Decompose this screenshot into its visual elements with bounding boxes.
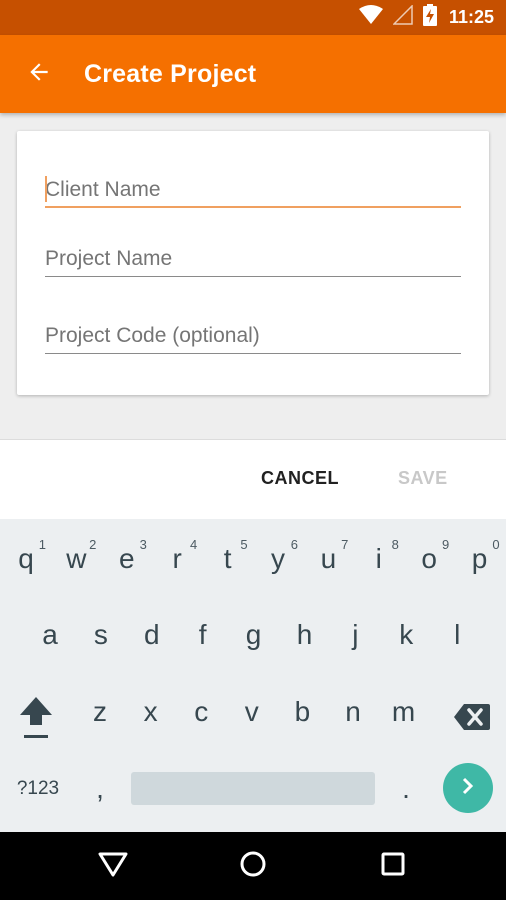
key-j[interactable]: j [331, 605, 379, 665]
page-title: Create Project [84, 59, 257, 88]
content-area [0, 113, 506, 439]
wifi-icon [358, 5, 383, 30]
chevron-right-icon [458, 776, 478, 801]
key-g[interactable]: g [230, 605, 278, 665]
shift-key[interactable] [10, 689, 62, 749]
key-d[interactable]: d [128, 605, 176, 665]
key-c[interactable]: c [177, 682, 225, 742]
status-bar: 11:25 [0, 0, 506, 35]
save-button[interactable]: SAVE [398, 468, 448, 489]
key-hint: 2 [89, 537, 97, 552]
key-label: r [172, 543, 182, 574]
nav-home-button[interactable] [233, 846, 273, 886]
status-time: 11:25 [448, 7, 494, 27]
project-name-underline [45, 276, 461, 277]
key-hint: 7 [341, 537, 349, 552]
key-hint: 3 [139, 537, 147, 552]
project-name-field[interactable] [45, 231, 461, 277]
period-key[interactable]: . [388, 769, 424, 809]
arrow-back-icon [26, 59, 52, 90]
key-label: i [375, 543, 382, 574]
key-p[interactable]: 0p [456, 529, 504, 589]
key-h[interactable]: h [281, 605, 329, 665]
key-i[interactable]: 8i [355, 529, 403, 589]
project-code-input[interactable] [45, 308, 461, 354]
nav-back-button[interactable] [93, 846, 133, 886]
back-triangle-icon [98, 851, 128, 882]
comma-key[interactable]: , [80, 769, 120, 809]
client-name-underline [45, 206, 461, 208]
key-label: p [471, 543, 488, 574]
key-v[interactable]: v [228, 682, 276, 742]
shift-icon [18, 695, 54, 744]
key-label: t [223, 543, 232, 574]
symbols-key[interactable]: ?123 [10, 769, 66, 809]
key-hint: 1 [38, 537, 46, 552]
key-label: w [66, 543, 87, 574]
key-k[interactable]: k [382, 605, 430, 665]
key-n[interactable]: n [329, 682, 377, 742]
project-form-card [17, 131, 489, 395]
project-code-field[interactable] [45, 308, 461, 354]
key-w[interactable]: 2w [52, 529, 100, 589]
back-button[interactable] [14, 49, 64, 99]
key-x[interactable]: x [127, 682, 175, 742]
backspace-key[interactable] [446, 689, 498, 749]
key-label: y [271, 543, 285, 574]
key-l[interactable]: l [433, 605, 481, 665]
key-b[interactable]: b [278, 682, 326, 742]
backspace-icon [454, 703, 490, 735]
dialog-actions: CANCEL SAVE [0, 439, 506, 519]
key-hint: 5 [240, 537, 248, 552]
key-hint: 6 [290, 537, 298, 552]
key-hint: 4 [189, 537, 198, 552]
space-key[interactable] [131, 772, 375, 805]
key-r[interactable]: 4r [153, 529, 201, 589]
key-z[interactable]: z [76, 682, 124, 742]
key-y[interactable]: 6y [254, 529, 302, 589]
text-cursor [45, 176, 47, 202]
key-label: e [119, 543, 135, 574]
key-t[interactable]: 5t [204, 529, 252, 589]
key-u[interactable]: 7u [304, 529, 352, 589]
key-hint: 8 [391, 537, 399, 552]
project-name-input[interactable] [45, 231, 461, 277]
client-name-input[interactable] [45, 162, 461, 208]
home-circle-icon [239, 850, 267, 883]
key-label: q [18, 543, 34, 574]
key-s[interactable]: s [77, 605, 125, 665]
key-f[interactable]: f [179, 605, 227, 665]
enter-key[interactable] [443, 763, 493, 813]
key-q[interactable]: 1q [2, 529, 50, 589]
recents-square-icon [380, 851, 406, 882]
status-icons: 11:25 [358, 4, 494, 31]
key-hint: 0 [492, 537, 500, 552]
key-label: u [320, 543, 337, 574]
key-e[interactable]: 3e [103, 529, 151, 589]
cancel-button[interactable]: CANCEL [261, 468, 339, 489]
app-bar: Create Project [0, 35, 506, 113]
key-m[interactable]: m [380, 682, 428, 742]
project-code-underline [45, 353, 461, 354]
client-name-field[interactable] [45, 162, 461, 208]
system-nav-bar [0, 832, 506, 900]
battery-charging-icon [422, 4, 437, 31]
nav-recents-button[interactable] [373, 846, 413, 886]
key-hint: 9 [441, 537, 450, 552]
key-o[interactable]: 9o [405, 529, 453, 589]
signal-icon [392, 4, 413, 30]
key-a[interactable]: a [26, 605, 74, 665]
soft-keyboard: 1q2w3e4r5t6y7u8i9o0p asdfghjkl zxcvbnm ?… [0, 519, 506, 832]
key-label: o [421, 543, 437, 574]
